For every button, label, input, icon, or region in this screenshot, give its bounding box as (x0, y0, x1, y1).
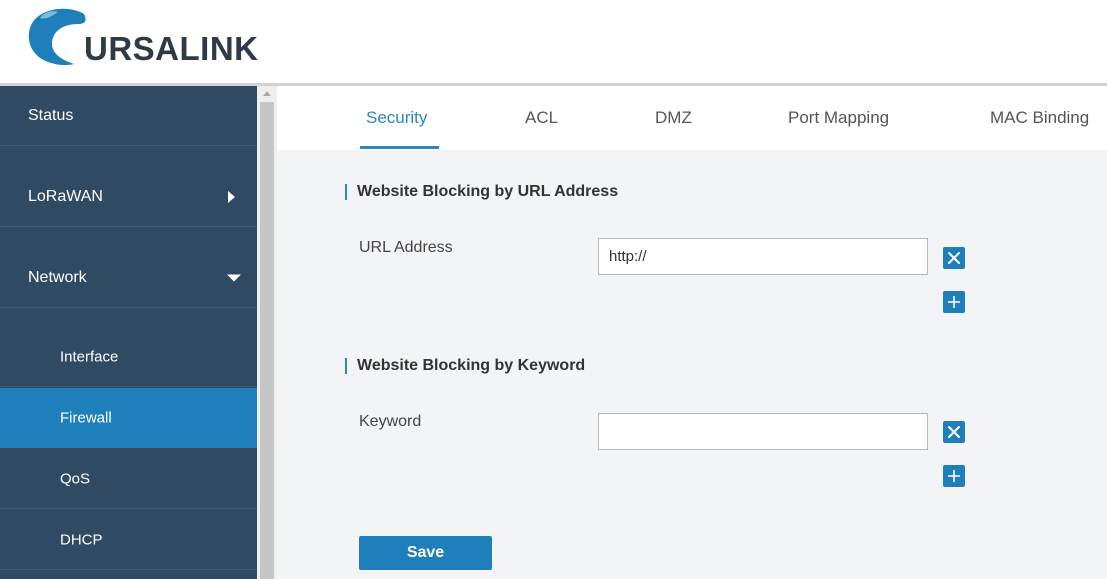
url-address-input[interactable] (598, 238, 928, 275)
tab-bar: Security ACL DMZ Port Mapping MAC Bindin… (277, 86, 1107, 150)
ursalink-logo: URSALINK (22, 4, 282, 76)
url-address-label: URL Address (359, 239, 453, 256)
sidebar-item-interface[interactable]: Interface (0, 327, 257, 387)
sidebar-item-label: QoS (60, 470, 91, 487)
sidebar-item-status[interactable]: Status (0, 86, 257, 146)
remove-url-button[interactable] (943, 247, 965, 269)
sidebar-item-lorawan[interactable]: LoRaWAN (0, 167, 257, 227)
sidebar-item-firewall[interactable]: Firewall (0, 388, 257, 448)
close-icon (948, 426, 960, 438)
sidebar-item-label: LoRaWAN (28, 187, 103, 205)
tab-acl[interactable]: ACL (525, 108, 558, 128)
keyword-label: Keyword (359, 413, 422, 430)
active-tab-indicator (360, 146, 439, 149)
chevron-right-icon (228, 190, 235, 203)
sidebar: Status LoRaWAN Network Interface Firewal… (0, 86, 257, 579)
keyword-input[interactable] (598, 413, 928, 450)
logo-text: URSALINK (84, 30, 259, 67)
url-section-title: Website Blocking by URL Address (345, 184, 618, 200)
save-button[interactable]: Save (359, 536, 492, 570)
add-url-button[interactable] (943, 291, 965, 313)
sidebar-item-label: Status (28, 106, 74, 124)
tab-dmz[interactable]: DMZ (655, 108, 692, 128)
sidebar-item-label: DHCP (60, 531, 103, 548)
sidebar-item-qos[interactable]: QoS (0, 449, 257, 509)
add-keyword-button[interactable] (943, 465, 965, 487)
tab-port-mapping[interactable]: Port Mapping (788, 108, 889, 128)
sidebar-item-label: Firewall (60, 409, 112, 426)
tab-mac-binding[interactable]: MAC Binding (990, 108, 1089, 128)
header: URSALINK (0, 0, 1107, 86)
sidebar-item-network[interactable]: Network (0, 248, 257, 308)
main-content: Security ACL DMZ Port Mapping MAC Bindin… (277, 86, 1107, 579)
keyword-section-title: Website Blocking by Keyword (345, 358, 585, 374)
close-icon (948, 252, 960, 264)
sidebar-item-dhcp[interactable]: DHCP (0, 510, 257, 570)
tab-security[interactable]: Security (366, 108, 427, 128)
sidebar-item-label: Network (28, 268, 87, 286)
plus-icon (948, 470, 960, 482)
sidebar-item-label: Interface (60, 348, 119, 365)
plus-icon (948, 296, 960, 308)
remove-keyword-button[interactable] (943, 421, 965, 443)
scrollbar-thumb[interactable] (260, 102, 274, 579)
sidebar-scrollbar[interactable] (257, 86, 277, 579)
scroll-up-arrow-icon[interactable] (263, 91, 271, 96)
chevron-down-icon (227, 274, 241, 281)
